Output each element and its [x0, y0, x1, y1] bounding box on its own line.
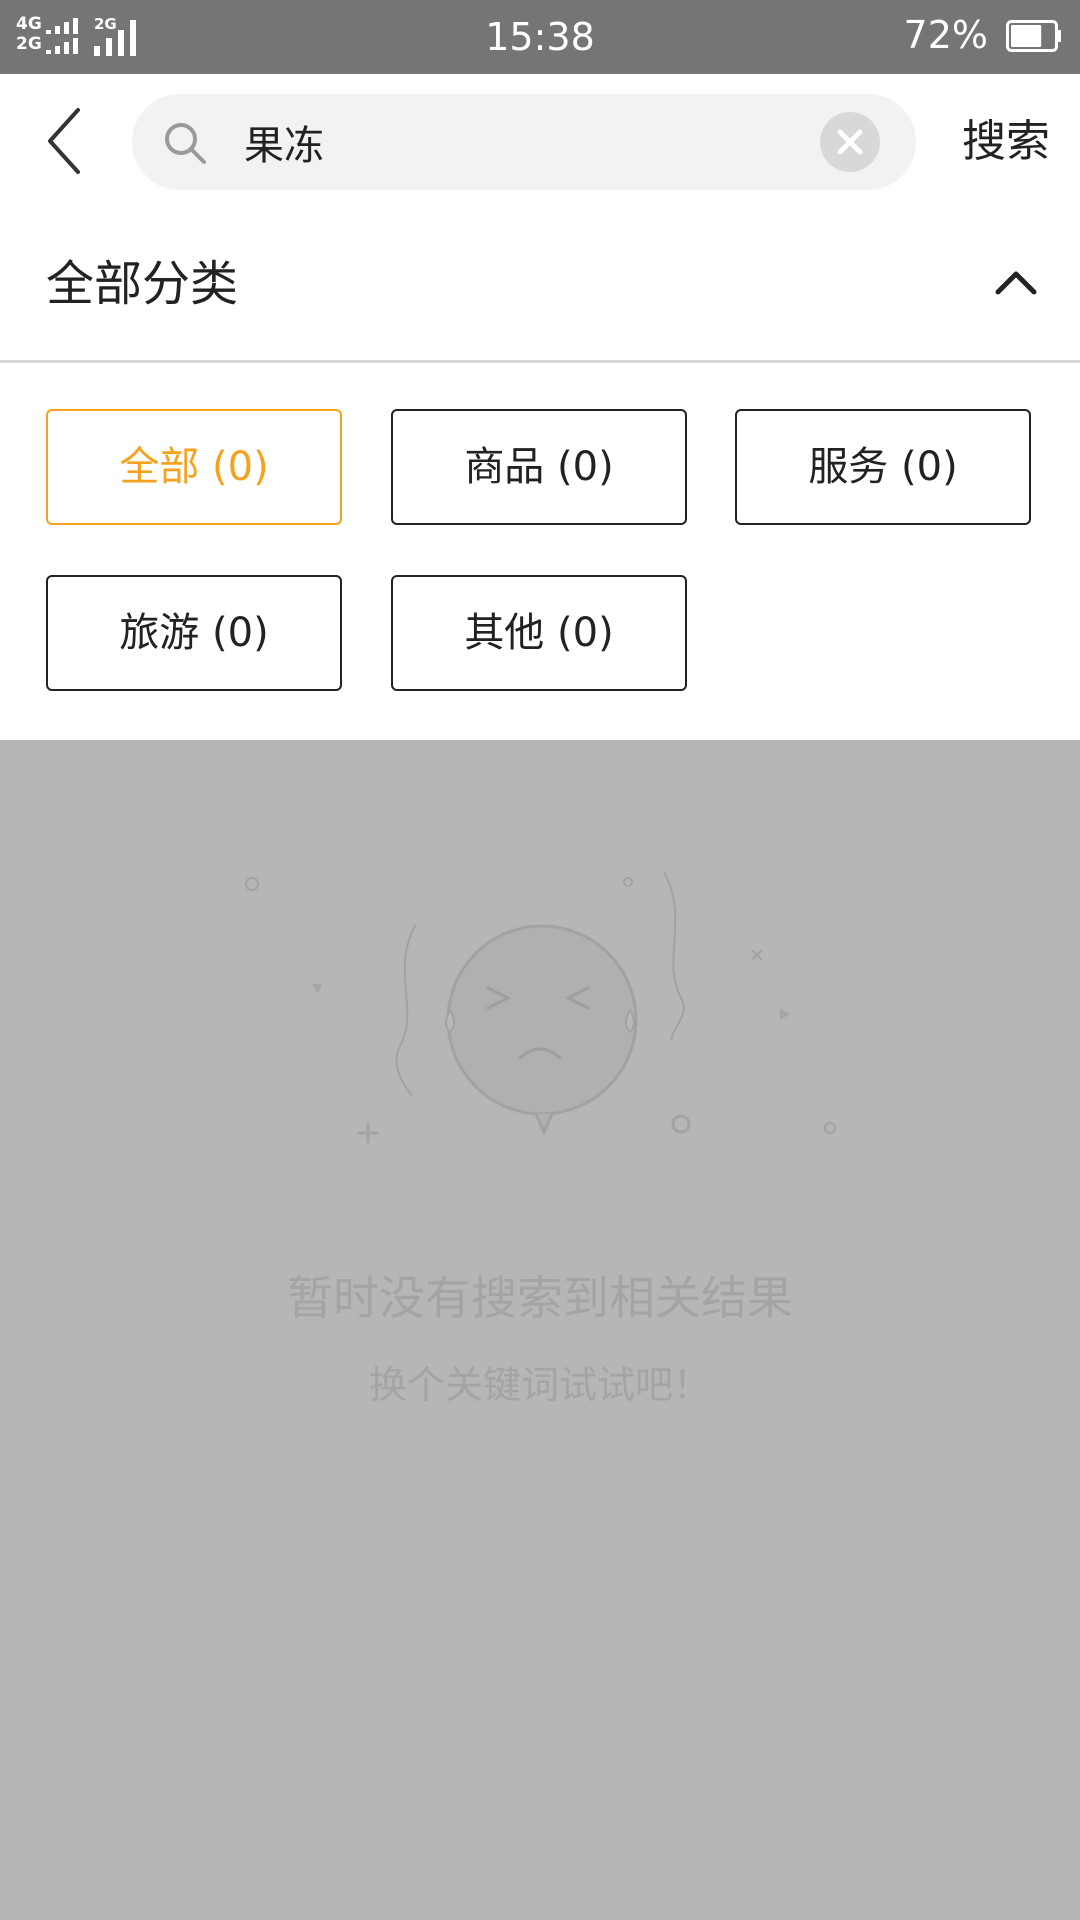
search-input[interactable]: [244, 112, 804, 172]
clear-search-button[interactable]: [820, 112, 880, 172]
filter-chip-services[interactable]: 服务 (0): [735, 409, 1031, 525]
close-icon: [837, 129, 863, 155]
empty-state-title: 暂时没有搜索到相关结果: [287, 1271, 793, 1325]
filter-chip-all[interactable]: 全部 (0): [46, 409, 342, 525]
filter-chip-goods[interactable]: 商品 (0): [391, 409, 687, 525]
sad-face-illustration: [245, 871, 836, 1143]
search-button[interactable]: 搜索: [962, 102, 1050, 182]
dim-overlay[interactable]: 暂时没有搜索到相关结果 换个关键词试试吧！: [0, 740, 1080, 1920]
battery-icon: [1006, 20, 1061, 52]
search-results-screen: 4G 2G 2G 15:38 72% 果冻 搜索 全部分类 全部 (0) 商品 …: [0, 0, 1080, 1920]
category-filter-panel: 全部 (0) 商品 (0) 服务 (0) 旅游 (0) 其他 (0): [0, 363, 1080, 740]
category-toggle[interactable]: 全部分类: [0, 208, 1080, 363]
category-title: 全部分类: [46, 256, 239, 312]
search-icon: [165, 123, 206, 164]
battery-percent: 72%: [903, 13, 988, 57]
chevron-up-icon: [995, 271, 1037, 295]
filter-chip-travel[interactable]: 旅游 (0): [46, 575, 342, 691]
search-box: [132, 94, 916, 190]
filter-chip-other[interactable]: 其他 (0): [391, 575, 687, 691]
search-header: 搜索: [0, 74, 1080, 208]
chevron-left-icon: [48, 108, 80, 174]
status-bar: 4G 2G 2G 15:38 72%: [0, 0, 1080, 74]
empty-state-subtitle: 换个关键词试试吧！: [368, 1363, 711, 1407]
back-button[interactable]: [30, 102, 100, 180]
